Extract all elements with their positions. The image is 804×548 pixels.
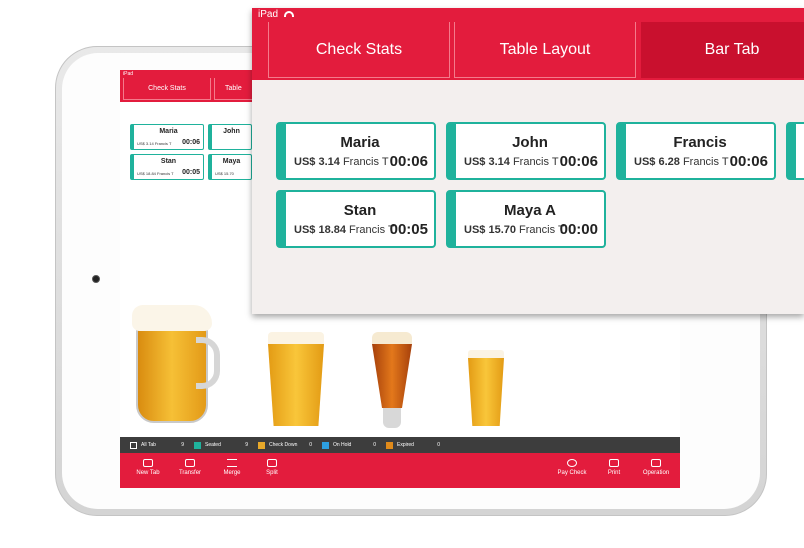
- wifi-icon: [284, 11, 295, 18]
- legend-expired[interactable]: Expired 0: [386, 441, 450, 449]
- card-details: US$ 18.84 Francis T: [294, 224, 395, 236]
- card-details: US$ 15.70 Francis T: [464, 224, 565, 236]
- tab-card-partial[interactable]: [786, 122, 804, 180]
- legend-count: 0: [309, 442, 312, 448]
- card-name: Maria: [159, 128, 178, 135]
- legend-count: 9: [181, 442, 184, 448]
- beer-pitcher-image: [132, 305, 220, 425]
- operation-label: Operation: [642, 470, 670, 476]
- legend-seated[interactable]: Seated 9: [194, 441, 258, 449]
- card-time: 00:00: [559, 221, 598, 238]
- card-time: 00:05: [182, 169, 200, 176]
- legend-all-tab[interactable]: All Tab 9: [130, 441, 194, 449]
- merge-button[interactable]: Merge: [210, 459, 254, 476]
- legend-check-down[interactable]: Check Down 0: [258, 441, 322, 449]
- overlay-status-bar: iPad: [252, 8, 804, 22]
- card-details: US$ 3.14 Francis T: [464, 156, 559, 168]
- legend-label: All Tab: [141, 442, 156, 448]
- card-name: Francis: [673, 134, 727, 151]
- card-amount: US$ 18.84 Francis T: [137, 171, 174, 176]
- pay-check-icon: [567, 459, 577, 467]
- tab-card-stan[interactable]: Stan US$ 18.84 Francis T 00:05: [276, 190, 436, 248]
- legend-label: Expired: [397, 442, 414, 448]
- split-label: Split: [266, 470, 278, 476]
- tab-bar-tab[interactable]: Bar Tab: [641, 22, 804, 78]
- tab-bar: Check Stats Table Layout Bar Tab: [252, 22, 804, 80]
- tab-card-maria[interactable]: Maria US$ 3.14 Francis T 00:06: [276, 122, 436, 180]
- status-label: iPad: [123, 71, 134, 77]
- tab-check-stats[interactable]: Check Stats: [268, 22, 450, 78]
- zoomed-bar-tab-panel: iPad Check Stats Table Layout Bar Tab Ma…: [252, 8, 804, 314]
- new-tab-icon: [143, 459, 153, 467]
- tab-card-maya-a[interactable]: Maya A US$ 15.70 Francis T 00:00: [446, 190, 606, 248]
- legend-label: Check Down: [269, 442, 298, 448]
- legend-swatch: [130, 441, 137, 449]
- card-details: US$ 3.14 Francis T: [294, 156, 389, 168]
- legend-swatch: [386, 441, 393, 449]
- stage: iPad Check Stats Table Maria US$ 3.14 Fr…: [0, 0, 804, 548]
- card-name: Maya A: [504, 202, 556, 219]
- bottom-toolbar: New Tab Transfer Merge Split Pay Check P…: [120, 453, 680, 488]
- tab-card-francis[interactable]: Francis US$ 6.28 Francis T 00:06: [616, 122, 776, 180]
- pay-check-button[interactable]: Pay Check: [550, 459, 594, 476]
- split-button[interactable]: Split: [250, 459, 294, 476]
- transfer-icon: [185, 459, 195, 467]
- overlay-status-label: iPad: [258, 9, 279, 20]
- transfer-button[interactable]: Transfer: [168, 459, 212, 476]
- small-tab-card-john[interactable]: John: [208, 124, 252, 150]
- card-name: Maria: [340, 134, 380, 151]
- transfer-label: Transfer: [178, 470, 202, 476]
- card-name: John: [512, 134, 548, 151]
- merge-icon: [227, 459, 237, 467]
- legend-label: Seated: [205, 442, 221, 448]
- tab-table-layout-small[interactable]: Table: [214, 78, 254, 100]
- pilsner-glass-image: [468, 350, 504, 426]
- print-button[interactable]: Print: [592, 459, 636, 476]
- operation-button[interactable]: Operation: [634, 459, 678, 476]
- new-tab-button[interactable]: New Tab: [126, 459, 170, 476]
- legend-label: On Hold: [333, 442, 352, 448]
- card-time: 00:06: [729, 153, 768, 170]
- legend-count: 0: [373, 442, 376, 448]
- camera-icon: [92, 275, 100, 283]
- legend-swatch: [322, 441, 329, 449]
- card-name: Stan: [343, 202, 377, 219]
- small-tab-card-maya[interactable]: Maya US$ 15.70: [208, 154, 252, 180]
- new-tab-label: New Tab: [136, 470, 160, 476]
- small-tab-card-stan[interactable]: Stan US$ 18.84 Francis T 00:05: [130, 154, 204, 180]
- tab-card-john[interactable]: John US$ 3.14 Francis T 00:06: [446, 122, 606, 180]
- card-name: Maya: [222, 158, 241, 165]
- card-time: 00:06: [182, 139, 200, 146]
- legend-swatch: [258, 441, 265, 449]
- status-legend: All Tab 9 Seated 9 Check Down 0 On Hold …: [120, 437, 680, 453]
- card-time: 00:06: [389, 153, 428, 170]
- card-time: 00:06: [559, 153, 598, 170]
- card-time: 00:05: [389, 221, 428, 238]
- tab-check-stats-small[interactable]: Check Stats: [123, 78, 211, 100]
- split-icon: [267, 459, 277, 467]
- printer-icon: [609, 459, 619, 467]
- card-details: US$ 6.28 Francis T: [634, 156, 729, 168]
- card-amount: US$ 15.70: [215, 171, 234, 176]
- legend-count: 0: [437, 442, 440, 448]
- merge-label: Merge: [223, 470, 241, 476]
- card-name: John: [223, 128, 240, 135]
- tulip-glass-image: [372, 332, 412, 428]
- pint-glass-image: [268, 332, 324, 426]
- legend-on-hold[interactable]: On Hold 0: [322, 441, 386, 449]
- card-name: Stan: [160, 158, 177, 165]
- legend-swatch: [194, 441, 201, 449]
- card-amount: US$ 3.14 Francis T: [137, 141, 172, 146]
- pay-check-label: Pay Check: [557, 470, 587, 476]
- small-tab-card-maria[interactable]: Maria US$ 3.14 Francis T 00:06: [130, 124, 204, 150]
- legend-count: 9: [245, 442, 248, 448]
- tab-table-layout[interactable]: Table Layout: [454, 22, 636, 78]
- operation-icon: [651, 459, 661, 467]
- print-label: Print: [607, 470, 621, 476]
